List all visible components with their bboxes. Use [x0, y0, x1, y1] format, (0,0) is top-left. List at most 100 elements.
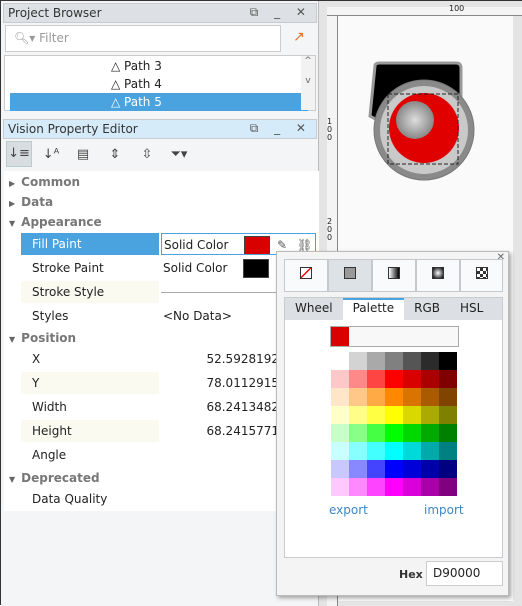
section-common[interactable]: ▶ Common: [9, 175, 80, 189]
filter-icon[interactable]: ⏷▾: [166, 147, 192, 162]
tab-hsl[interactable]: HSL: [450, 298, 493, 320]
push-button-graphic[interactable]: [338, 16, 513, 216]
description-icon[interactable]: ▤: [70, 147, 96, 162]
section-appearance[interactable]: ▼ Appearance: [9, 215, 102, 229]
prop-y-value[interactable]: 78.0112915: [161, 372, 279, 394]
palette-swatch[interactable]: [349, 460, 367, 478]
solid-color-button[interactable]: [328, 259, 372, 292]
palette-swatch[interactable]: [331, 370, 349, 388]
palette-swatch[interactable]: [439, 424, 457, 442]
fill-color-swatch[interactable]: [244, 236, 270, 254]
palette-swatch[interactable]: [439, 460, 457, 478]
export-link[interactable]: export: [329, 503, 368, 517]
locate-icon[interactable]: ↗: [293, 29, 305, 45]
tree-item-path-3[interactable]: △ Path 3: [5, 57, 303, 75]
prop-x-value[interactable]: 52.5928192: [161, 348, 279, 370]
prop-height-value[interactable]: 68.2415771: [161, 420, 279, 442]
sort-alpha-icon[interactable]: ↓ᴬ: [38, 147, 64, 162]
palette-swatch[interactable]: [331, 442, 349, 460]
tab-wheel[interactable]: Wheel: [285, 298, 343, 320]
palette-swatch[interactable]: [349, 424, 367, 442]
palette-swatch[interactable]: [403, 370, 421, 388]
linear-gradient-button[interactable]: [372, 259, 416, 292]
section-deprecated[interactable]: ▼ Deprecated: [9, 471, 100, 485]
palette-swatch[interactable]: [349, 478, 367, 496]
tab-rgb[interactable]: RGB: [404, 298, 450, 320]
sort-categorized-icon[interactable]: ↓≡: [6, 141, 32, 167]
palette-swatch[interactable]: [331, 424, 349, 442]
palette-swatch[interactable]: [439, 478, 457, 496]
palette-swatch[interactable]: [385, 460, 403, 478]
palette-swatch[interactable]: [403, 442, 421, 460]
property-editor-title: Vision Property Editor: [8, 122, 138, 136]
pattern-button[interactable]: [460, 259, 503, 292]
prop-angle-value[interactable]: 0: [161, 444, 283, 466]
palette-swatch[interactable]: [385, 424, 403, 442]
filter-input[interactable]: 🔍︎▾ Filter: [5, 25, 281, 52]
palette-swatch[interactable]: [403, 478, 421, 496]
prop-fill-paint-label[interactable]: Fill Paint: [21, 233, 159, 255]
radial-gradient-button[interactable]: [416, 259, 460, 292]
palette-swatch[interactable]: [367, 388, 385, 406]
palette-swatch[interactable]: [367, 370, 385, 388]
palette-swatch[interactable]: [385, 478, 403, 496]
import-link[interactable]: import: [424, 503, 464, 517]
expand-all-icon[interactable]: ⇕: [102, 147, 128, 162]
palette-swatch[interactable]: [421, 352, 439, 370]
palette-swatch[interactable]: [421, 406, 439, 424]
section-data[interactable]: ▶ Data: [9, 195, 53, 209]
palette-swatch[interactable]: [331, 406, 349, 424]
palette-swatch[interactable]: [421, 388, 439, 406]
section-position[interactable]: ▼ Position: [9, 331, 76, 345]
palette-swatch[interactable]: [421, 460, 439, 478]
palette-swatch[interactable]: [403, 406, 421, 424]
palette-swatch[interactable]: [421, 442, 439, 460]
tab-palette[interactable]: Palette: [342, 298, 405, 320]
palette-swatch[interactable]: [331, 478, 349, 496]
panel-controls[interactable]: ⧉ _ ✕: [250, 121, 312, 136]
hex-input[interactable]: D90000: [426, 561, 503, 586]
selected-color-swatch: [331, 327, 349, 346]
palette-swatch[interactable]: [349, 352, 367, 370]
palette-swatch[interactable]: [385, 388, 403, 406]
palette-swatch[interactable]: [367, 352, 385, 370]
palette-swatch[interactable]: [331, 388, 349, 406]
palette-swatch[interactable]: [331, 460, 349, 478]
palette-swatch[interactable]: [403, 424, 421, 442]
prop-data-quality-value[interactable]: 6: [161, 488, 283, 510]
palette-swatch[interactable]: [385, 370, 403, 388]
ruler-label: 100: [449, 4, 465, 13]
palette-swatch[interactable]: [421, 370, 439, 388]
palette-swatch[interactable]: [349, 370, 367, 388]
palette-swatch[interactable]: [385, 406, 403, 424]
palette-swatch[interactable]: [349, 406, 367, 424]
palette-swatch[interactable]: [349, 388, 367, 406]
palette-swatch[interactable]: [349, 442, 367, 460]
palette-swatch[interactable]: [421, 478, 439, 496]
palette-swatch[interactable]: [367, 460, 385, 478]
prop-width-value[interactable]: 68.2413482: [161, 396, 279, 418]
palette-swatch[interactable]: [367, 478, 385, 496]
palette-swatch[interactable]: [385, 442, 403, 460]
palette-swatch[interactable]: [439, 352, 457, 370]
palette-swatch[interactable]: [439, 442, 457, 460]
palette-swatch[interactable]: [367, 424, 385, 442]
no-paint-button[interactable]: [284, 259, 328, 292]
palette-swatch[interactable]: [403, 460, 421, 478]
panel-controls[interactable]: ⧉ _ ✕: [250, 5, 312, 20]
palette-swatch[interactable]: [439, 406, 457, 424]
palette-swatch[interactable]: [439, 388, 457, 406]
prop-height-label: Height: [21, 420, 159, 442]
tree-item-path-5[interactable]: △ Path 5: [10, 93, 308, 111]
palette-swatch[interactable]: [367, 442, 385, 460]
collapse-all-icon[interactable]: ⇳: [134, 147, 160, 162]
tree-scrollbar[interactable]: ^ v: [301, 56, 315, 110]
stroke-color-swatch[interactable]: [243, 259, 269, 278]
palette-swatch[interactable]: [403, 352, 421, 370]
palette-swatch[interactable]: [385, 352, 403, 370]
palette-swatch[interactable]: [439, 370, 457, 388]
palette-swatch[interactable]: [421, 424, 439, 442]
palette-swatch[interactable]: [367, 406, 385, 424]
palette-swatch[interactable]: [403, 388, 421, 406]
tree-item-path-4[interactable]: △ Path 4: [5, 75, 303, 93]
